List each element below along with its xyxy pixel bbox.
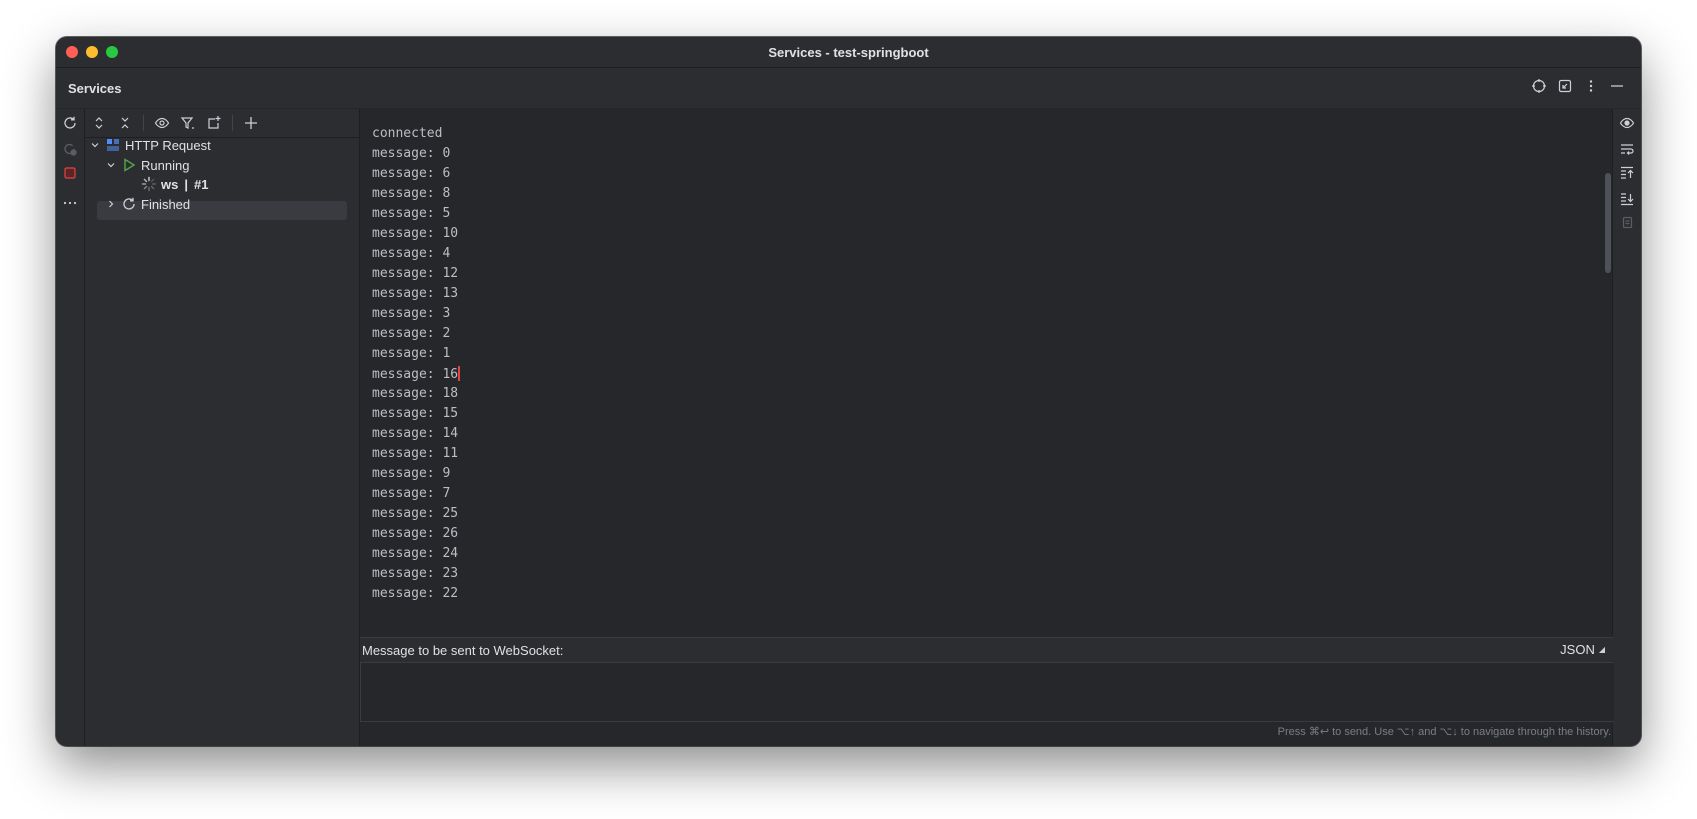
spinner-icon: [141, 176, 157, 192]
console-line: message: 8: [372, 186, 451, 201]
rerun-icon[interactable]: [62, 115, 78, 131]
ide-window: Services - test-springboot Services HTTP…: [56, 37, 1641, 746]
console-line: connected: [372, 126, 443, 141]
console-line: message: 24: [372, 546, 459, 561]
console-output[interactable]: connected message: 0 message: 6 message: 8 m…: [360, 109, 1613, 637]
tool-window-title: Services: [68, 80, 122, 96]
tree-node-running[interactable]: Running: [105, 155, 189, 175]
refresh-icon: [121, 196, 137, 212]
tree-node-label: HTTP Request: [125, 137, 211, 153]
traffic-lights: [66, 46, 118, 58]
services-tree-panel: HTTP Request Running ws | #1 Finished: [85, 109, 360, 746]
tool-window-header: Services: [56, 68, 1641, 108]
chevron-down-icon[interactable]: [89, 139, 101, 151]
console-line: message: 4: [372, 246, 451, 261]
scroll-to-end-icon[interactable]: [1619, 191, 1635, 207]
ws-name: ws: [161, 176, 179, 192]
console-line: message: 6: [372, 166, 451, 181]
tree-node-http-request[interactable]: HTTP Request: [89, 135, 211, 155]
console-line: message: 1: [372, 346, 451, 361]
console-line: message: 26: [372, 526, 459, 541]
toolbar-separator: [232, 115, 233, 131]
console-line: message: 13: [372, 286, 459, 301]
console-line: message: 5: [372, 206, 451, 221]
console-line: message: 7: [372, 486, 451, 501]
console-line: message: 15: [372, 406, 459, 421]
right-toolbar: [1612, 109, 1641, 746]
console-line: message: 10: [372, 226, 459, 241]
more-vertical-icon[interactable]: [1583, 78, 1599, 94]
dropdown-arrow-icon: ◢: [1598, 645, 1605, 654]
run-icon: [121, 157, 137, 173]
new-group-icon[interactable]: [206, 115, 222, 131]
collapse-all-icon[interactable]: [117, 115, 133, 131]
expand-all-icon[interactable]: [91, 115, 107, 131]
console-line: message: 9: [372, 466, 451, 481]
title-bar: Services - test-springboot: [56, 37, 1641, 68]
add-icon[interactable]: [243, 115, 259, 131]
restore-icon[interactable]: [1557, 78, 1573, 94]
console-line: message: 22: [372, 586, 459, 601]
stop-icon[interactable]: [62, 165, 78, 181]
tree-node-ws[interactable]: ws | #1: [141, 174, 208, 194]
eye-icon[interactable]: [154, 115, 170, 131]
console-line: message: 2: [372, 326, 451, 341]
format-selector[interactable]: JSON ◢: [1560, 642, 1605, 657]
console-line: message: 14: [372, 426, 459, 441]
chevron-right-icon[interactable]: [105, 198, 117, 210]
console-line: message: 3: [372, 306, 451, 321]
console-line: message: 0: [372, 146, 451, 161]
maximize-window-button[interactable]: [106, 46, 118, 58]
console-line: message: 12: [372, 266, 459, 281]
message-label: Message to be sent to WebSocket:: [362, 642, 564, 658]
more-icon[interactable]: [62, 195, 78, 211]
console-line: message: 18: [372, 386, 459, 401]
chevron-down-icon[interactable]: [105, 159, 117, 171]
header-actions: [1531, 78, 1625, 94]
console-line: message: 16: [372, 366, 461, 382]
console-line: message: 23: [372, 566, 459, 581]
tree-toolbar: [85, 109, 359, 138]
toolbar-separator: [143, 115, 144, 131]
close-window-button[interactable]: [66, 46, 78, 58]
minimize-icon[interactable]: [1609, 78, 1625, 94]
console-line: message: 11: [372, 446, 459, 461]
console-scrollbar[interactable]: [1605, 173, 1611, 273]
text-caret: [458, 366, 461, 381]
window-title: Services - test-springboot: [768, 44, 929, 60]
scroll-to-top-icon[interactable]: [1619, 165, 1635, 181]
ws-number: #1: [193, 176, 209, 192]
format-value: JSON: [1560, 642, 1595, 657]
http-request-icon: [105, 137, 121, 153]
left-toolbar: [56, 109, 85, 746]
target-icon[interactable]: [1531, 78, 1547, 94]
eye-icon[interactable]: [1619, 115, 1635, 131]
copy-icon[interactable]: [1619, 215, 1635, 231]
ws-separator: |: [184, 176, 188, 192]
send-hint: Press ⌘↩ to send. Use ⌥↑ and ⌥↓ to navig…: [1277, 726, 1611, 738]
tree-node-label: Running: [141, 157, 190, 173]
filter-icon[interactable]: [180, 115, 196, 131]
soft-wrap-icon[interactable]: [1619, 141, 1635, 157]
minimize-window-button[interactable]: [86, 46, 98, 58]
console-line: message: 25: [372, 506, 459, 521]
websocket-message-input[interactable]: [360, 662, 1614, 722]
tree-node-finished[interactable]: Finished: [105, 194, 190, 214]
tree-node-label: Finished: [141, 196, 191, 212]
websocket-message-header: Message to be sent to WebSocket: JSON ◢: [360, 637, 1613, 662]
rerun-disabled-icon[interactable]: [62, 141, 78, 157]
